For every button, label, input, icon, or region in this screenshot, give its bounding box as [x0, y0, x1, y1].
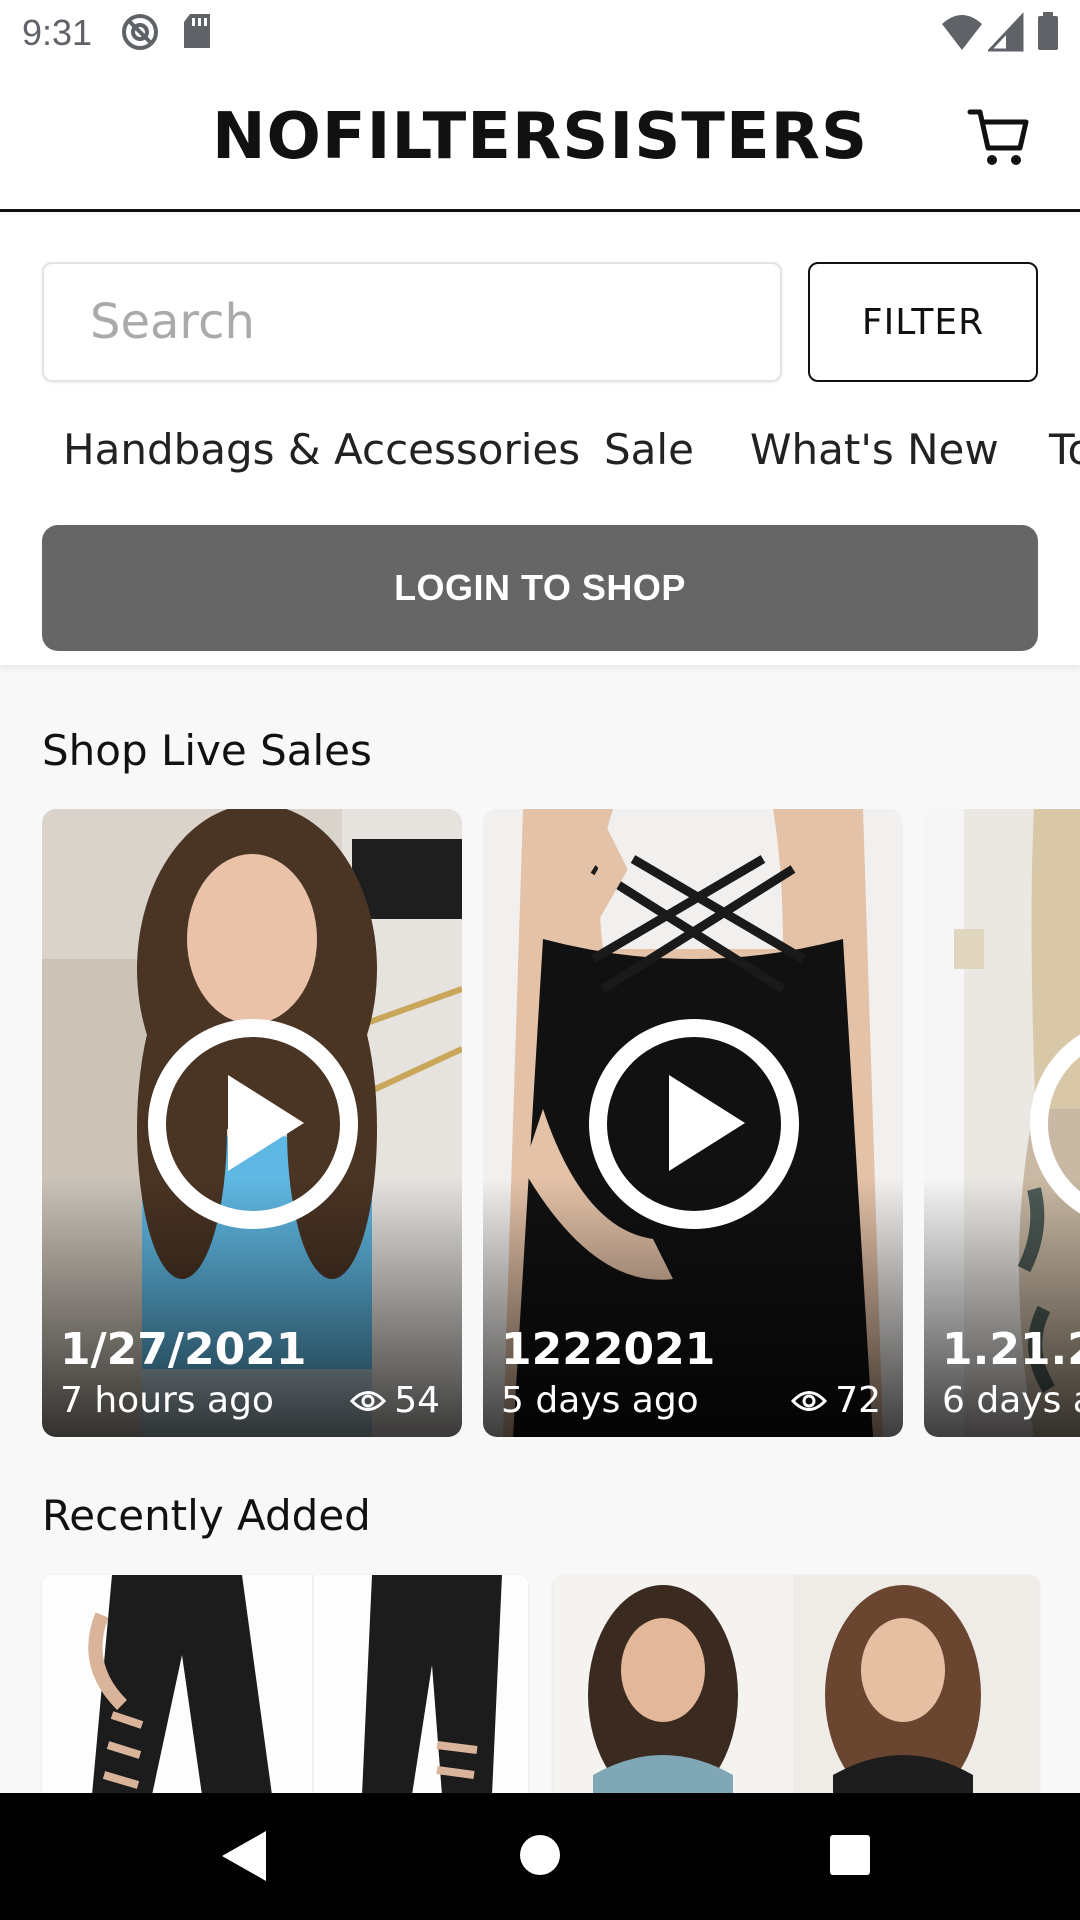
home-icon[interactable]	[520, 1835, 560, 1875]
app-screen: 9:31 NOFILTERSISTERS Search FILTER Handb…	[0, 0, 1080, 1920]
play-icon[interactable]	[589, 1019, 799, 1229]
recently-added-heading: Recently Added	[42, 1491, 371, 1540]
view-count: 72	[791, 1380, 881, 1421]
product-card[interactable]	[553, 1575, 1039, 1795]
recents-icon[interactable]	[830, 1835, 870, 1875]
live-sale-time: 7 hours ago	[60, 1380, 274, 1421]
live-sale-card[interactable]: 1/27/2021 7 hours ago 54	[42, 809, 462, 1437]
view-count: 54	[350, 1380, 440, 1421]
wifi-icon	[942, 15, 982, 50]
category-whats-new[interactable]: What's New	[750, 425, 999, 474]
brand-title: NOFILTERSISTERS	[211, 100, 869, 174]
live-sale-title: 1/27/2021	[60, 1324, 307, 1375]
product-image	[553, 1575, 1039, 1795]
search-input[interactable]	[44, 264, 780, 380]
category-tabs: Handbags & Accessories Sale What's New T…	[0, 425, 1080, 505]
do-not-disturb-icon	[122, 14, 158, 50]
view-count-value: 54	[394, 1380, 440, 1421]
live-sale-time: 5 days ago	[501, 1380, 699, 1421]
category-tops[interactable]: To	[1049, 425, 1080, 474]
live-sale-time: 6 days a	[942, 1380, 1080, 1421]
app-header: NOFILTERSISTERS	[0, 64, 1080, 212]
live-sale-title: 1.21.21	[942, 1324, 1080, 1375]
live-sale-title: 1222021	[501, 1324, 716, 1375]
battery-icon	[1038, 12, 1058, 50]
login-to-shop-button[interactable]: LOGIN TO SHOP	[42, 525, 1038, 651]
eye-icon	[350, 1390, 387, 1411]
signal-icon	[988, 12, 1024, 52]
eye-icon	[791, 1390, 828, 1411]
search-box	[42, 262, 782, 382]
cart-icon[interactable]	[966, 104, 1032, 170]
product-image	[42, 1575, 528, 1795]
view-count-value: 72	[835, 1380, 881, 1421]
back-icon[interactable]	[222, 1831, 266, 1881]
search-and-categories: FILTER Handbags & Accessories Sale What'…	[0, 215, 1080, 665]
system-nav-bar	[0, 1793, 1080, 1920]
product-card[interactable]	[42, 1575, 528, 1795]
live-sale-card[interactable]: 1.21.21 6 days a	[924, 809, 1080, 1437]
sd-card-icon	[184, 14, 210, 48]
live-sale-card[interactable]: 1222021 5 days ago 72	[483, 809, 903, 1437]
status-bar: 9:31	[0, 0, 1080, 64]
shop-live-sales-heading: Shop Live Sales	[42, 726, 372, 775]
status-time: 9:31	[22, 12, 93, 53]
play-icon[interactable]	[148, 1019, 358, 1229]
filter-button[interactable]: FILTER	[808, 262, 1038, 382]
category-handbags-accessories[interactable]: Handbags & Accessories	[63, 425, 580, 474]
category-sale[interactable]: Sale	[604, 425, 694, 474]
